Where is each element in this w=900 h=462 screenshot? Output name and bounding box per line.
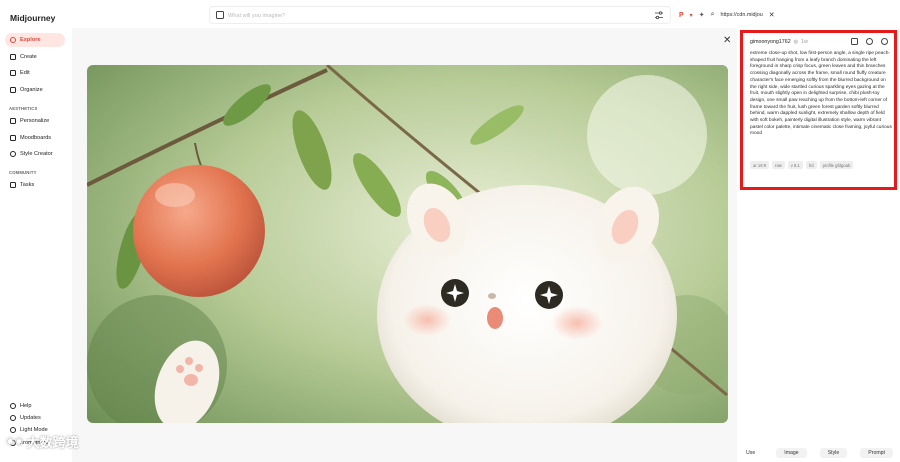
sidebar-item-label: Explore <box>20 37 41 43</box>
panel-actions <box>851 38 888 45</box>
list-icon[interactable] <box>851 38 858 45</box>
sliders-icon <box>10 118 16 124</box>
use-prompt-button[interactable]: Prompt <box>860 448 893 458</box>
help-icon <box>10 403 16 409</box>
search-icon[interactable] <box>866 38 873 45</box>
search-icon[interactable]: ⌕ <box>711 11 715 19</box>
sidebar-item-label: Personalize <box>20 118 50 124</box>
edit-icon <box>10 54 16 60</box>
sidebar: Midjourney Explore Create Edit Organize … <box>0 0 72 462</box>
sidebar-item-personalize[interactable]: Personalize <box>5 114 65 128</box>
generated-image[interactable] <box>87 65 728 423</box>
extension-p-icon[interactable]: P <box>679 12 684 19</box>
close-icon[interactable]: ✕ <box>769 11 775 19</box>
pencil-icon <box>10 70 16 76</box>
param-chip[interactable]: hd <box>805 161 817 169</box>
sidebar-item-label: Moodboards <box>20 135 52 141</box>
thumbs-up-icon <box>10 182 16 188</box>
prompt-input[interactable] <box>228 10 648 21</box>
prompt-text[interactable]: extreme close-up shot, low first-person … <box>750 51 892 138</box>
sidebar-item-edit[interactable]: Edit <box>5 66 65 80</box>
settings-sliders-icon[interactable] <box>655 11 663 20</box>
sidebar-item-label: Tasks <box>20 182 35 188</box>
prompt-details-panel: gimoonyong1762 ◎ 1w extreme close-up sho… <box>740 30 897 190</box>
help-label: Help <box>20 403 32 409</box>
author-username[interactable]: gimoonyong1762 <box>750 39 791 45</box>
param-chip[interactable]: raw <box>772 161 785 169</box>
section-title-aesthetics: AESTHETICS <box>9 106 38 111</box>
sidebar-item-create[interactable]: Create <box>5 50 65 64</box>
compass-icon <box>10 37 16 43</box>
url-text[interactable]: https://cdn.midjou <box>720 12 762 18</box>
post-time: 1w <box>801 39 808 45</box>
author-row[interactable]: gimoonyong1762 ◎ 1w <box>750 39 808 45</box>
sidebar-item-label: Create <box>20 54 37 60</box>
updates-link[interactable]: Updates <box>10 415 41 421</box>
watermark-text: 大数跨境 <box>26 435 79 450</box>
heart-icon[interactable] <box>881 38 888 45</box>
sidebar-item-moodboards[interactable]: Moodboards <box>5 131 65 145</box>
palette-icon <box>10 151 16 157</box>
grid-icon <box>10 135 16 141</box>
section-title-community: COMMUNITY <box>9 170 37 175</box>
browser-tools: P ▾ ✦ ⌕ https://cdn.midjou ✕ <box>675 6 789 24</box>
brand-logo[interactable]: Midjourney <box>10 13 55 23</box>
watermark: ◉◉ 大数跨境 <box>6 432 78 451</box>
use-image-button[interactable]: Image <box>776 448 807 458</box>
param-chip[interactable]: ar 16:9 <box>750 161 770 169</box>
verified-icon: ◎ <box>793 39 799 45</box>
help-link[interactable]: Help <box>10 403 32 409</box>
sidebar-item-label: Edit <box>20 70 30 76</box>
app-window: Midjourney Explore Create Edit Organize … <box>0 0 900 462</box>
sidebar-item-label: Style Creator <box>20 151 53 157</box>
sidebar-item-explore[interactable]: Explore <box>5 33 65 47</box>
use-label: Use <box>746 450 756 456</box>
sidebar-item-style-creator[interactable]: Style Creator <box>5 147 65 161</box>
bolt-icon[interactable]: ✦ <box>699 11 705 19</box>
sidebar-item-organize[interactable]: Organize <box>5 83 65 97</box>
chevron-down-icon[interactable]: ▾ <box>690 12 693 19</box>
watermark-logo-icon: ◉◉ <box>6 436 24 447</box>
parameter-chips: ar 16:9 raw v 8.1 hd profile gfdgoab <box>750 161 854 169</box>
sidebar-item-tasks[interactable]: Tasks <box>5 178 65 192</box>
use-actions-bar: Use Image Style Prompt <box>740 448 897 458</box>
imagine-bar <box>209 6 671 24</box>
updates-label: Updates <box>20 415 41 421</box>
param-chip[interactable]: v 8.1 <box>787 161 803 169</box>
image-upload-icon[interactable] <box>216 11 224 19</box>
close-viewer-icon[interactable]: ✕ <box>723 36 731 46</box>
use-style-button[interactable]: Style <box>819 448 848 458</box>
folder-icon <box>10 87 16 93</box>
bell-icon <box>10 415 16 421</box>
generated-image-art <box>87 65 728 423</box>
param-chip[interactable]: profile gfdgoab <box>819 161 854 169</box>
sidebar-item-label: Organize <box>20 87 43 93</box>
